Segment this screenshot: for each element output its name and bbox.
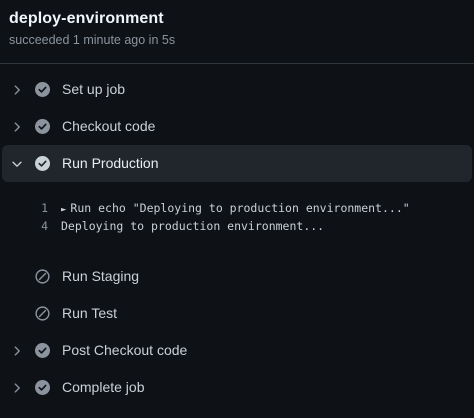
check-circle-icon xyxy=(35,119,50,134)
chevron-right-icon xyxy=(14,346,20,356)
chevron-right-icon xyxy=(14,85,20,95)
log-text: Deploying to production environment... xyxy=(61,219,325,233)
step-label: Complete job xyxy=(62,379,145,395)
log-text: Run echo "Deploying to production enviro… xyxy=(70,201,410,215)
step-run-staging[interactable]: Run Staging xyxy=(0,258,474,295)
step-checkout-code[interactable]: Checkout code xyxy=(0,108,474,145)
step-label: Run Staging xyxy=(62,268,140,284)
steps-list: Set up job Checkout code Run Production … xyxy=(0,71,474,406)
step-label: Run Test xyxy=(62,305,117,321)
chevron-right-icon xyxy=(14,383,20,393)
expand-triangle-icon[interactable]: ► xyxy=(61,205,66,215)
step-label: Post Checkout code xyxy=(62,342,188,358)
job-header: deploy-environment succeeded 1 minute ag… xyxy=(0,0,474,64)
chevron-down-icon xyxy=(12,161,22,167)
check-circle-icon xyxy=(35,380,50,395)
step-label: Checkout code xyxy=(62,118,156,134)
check-circle-icon xyxy=(35,82,50,97)
step-label: Set up job xyxy=(62,81,126,97)
step-run-production[interactable]: Run Production xyxy=(2,145,472,182)
job-title: deploy-environment xyxy=(9,10,164,27)
line-number[interactable]: 4 xyxy=(28,219,48,233)
log-group-line[interactable]: ► Run echo "Deploying to production envir… xyxy=(61,201,410,215)
step-log: 1 ► Run echo "Deploying to production env… xyxy=(0,182,474,258)
chevron-right-icon xyxy=(14,122,20,132)
step-set-up-job[interactable]: Set up job xyxy=(0,71,474,108)
step-post-checkout-code[interactable]: Post Checkout code xyxy=(0,332,474,369)
check-circle-icon xyxy=(35,156,50,171)
step-complete-job[interactable]: Complete job xyxy=(0,369,474,406)
line-number[interactable]: 1 xyxy=(28,201,48,215)
job-status: succeeded 1 minute ago in 5s xyxy=(9,33,176,47)
skip-circle-icon xyxy=(35,269,50,284)
step-label: Run Production xyxy=(62,155,159,171)
step-run-test[interactable]: Run Test xyxy=(0,295,474,332)
skip-circle-icon xyxy=(35,306,50,321)
check-circle-icon xyxy=(35,343,50,358)
